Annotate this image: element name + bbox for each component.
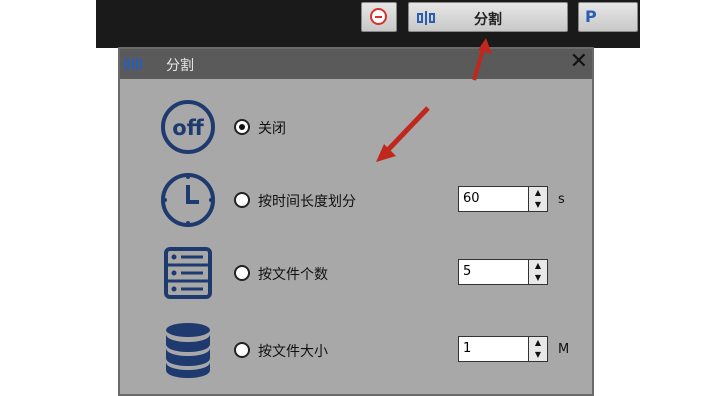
option-row-by-size: 按文件大小 ▲▼ M — [120, 316, 592, 386]
split-button[interactable]: 分割 — [408, 2, 568, 32]
time-up-arrow[interactable]: ▲ — [529, 187, 547, 199]
count-down-arrow[interactable]: ▼ — [529, 272, 547, 284]
time-down-arrow[interactable]: ▼ — [529, 199, 547, 211]
close-button[interactable]: ✕ — [570, 49, 588, 74]
time-input[interactable] — [461, 189, 529, 207]
option-row-off: off 关闭 — [120, 93, 592, 163]
stop-icon — [370, 8, 387, 25]
radio-by-size[interactable] — [234, 342, 250, 358]
power-off-icon: off — [158, 97, 218, 157]
option-row-by-count: 按文件个数 ▲▼ — [120, 239, 592, 309]
stop-button[interactable] — [361, 2, 397, 32]
split-dialog: 分割 ✕ off 关闭 按时间长度划分 ▲▼ s — [118, 47, 594, 396]
dialog-title: 分割 — [166, 58, 194, 74]
option-label-by-count: 按文件个数 — [258, 267, 328, 283]
extra-button[interactable]: P — [578, 2, 638, 32]
size-input[interactable] — [461, 339, 529, 357]
database-icon — [158, 320, 218, 380]
radio-by-count[interactable] — [234, 265, 250, 281]
list-icon — [158, 243, 218, 303]
clock-icon — [158, 170, 218, 230]
option-row-by-time: 按时间长度划分 ▲▼ s — [120, 166, 592, 236]
radio-off[interactable] — [234, 119, 250, 135]
size-up-arrow[interactable]: ▲ — [529, 337, 547, 349]
split-icon — [124, 57, 142, 71]
top-toolbar: 分割 P — [96, 0, 640, 48]
count-input[interactable] — [461, 262, 529, 280]
size-spinbox[interactable]: ▲▼ — [458, 336, 548, 362]
count-up-arrow[interactable]: ▲ — [529, 260, 547, 272]
option-label-by-size: 按文件大小 — [258, 344, 328, 360]
svg-text:off: off — [172, 116, 204, 140]
option-label-off: 关闭 — [258, 121, 286, 137]
time-spinbox[interactable]: ▲▼ — [458, 186, 548, 212]
size-unit: M — [558, 342, 570, 357]
time-unit: s — [558, 192, 565, 207]
count-spinbox[interactable]: ▲▼ — [458, 259, 548, 285]
dialog-titlebar: 分割 ✕ — [120, 49, 592, 79]
option-label-by-time: 按时间长度划分 — [258, 194, 356, 210]
size-down-arrow[interactable]: ▼ — [529, 349, 547, 361]
split-button-label: 分割 — [474, 12, 502, 28]
extra-button-label: P — [585, 7, 597, 26]
radio-by-time[interactable] — [234, 192, 250, 208]
